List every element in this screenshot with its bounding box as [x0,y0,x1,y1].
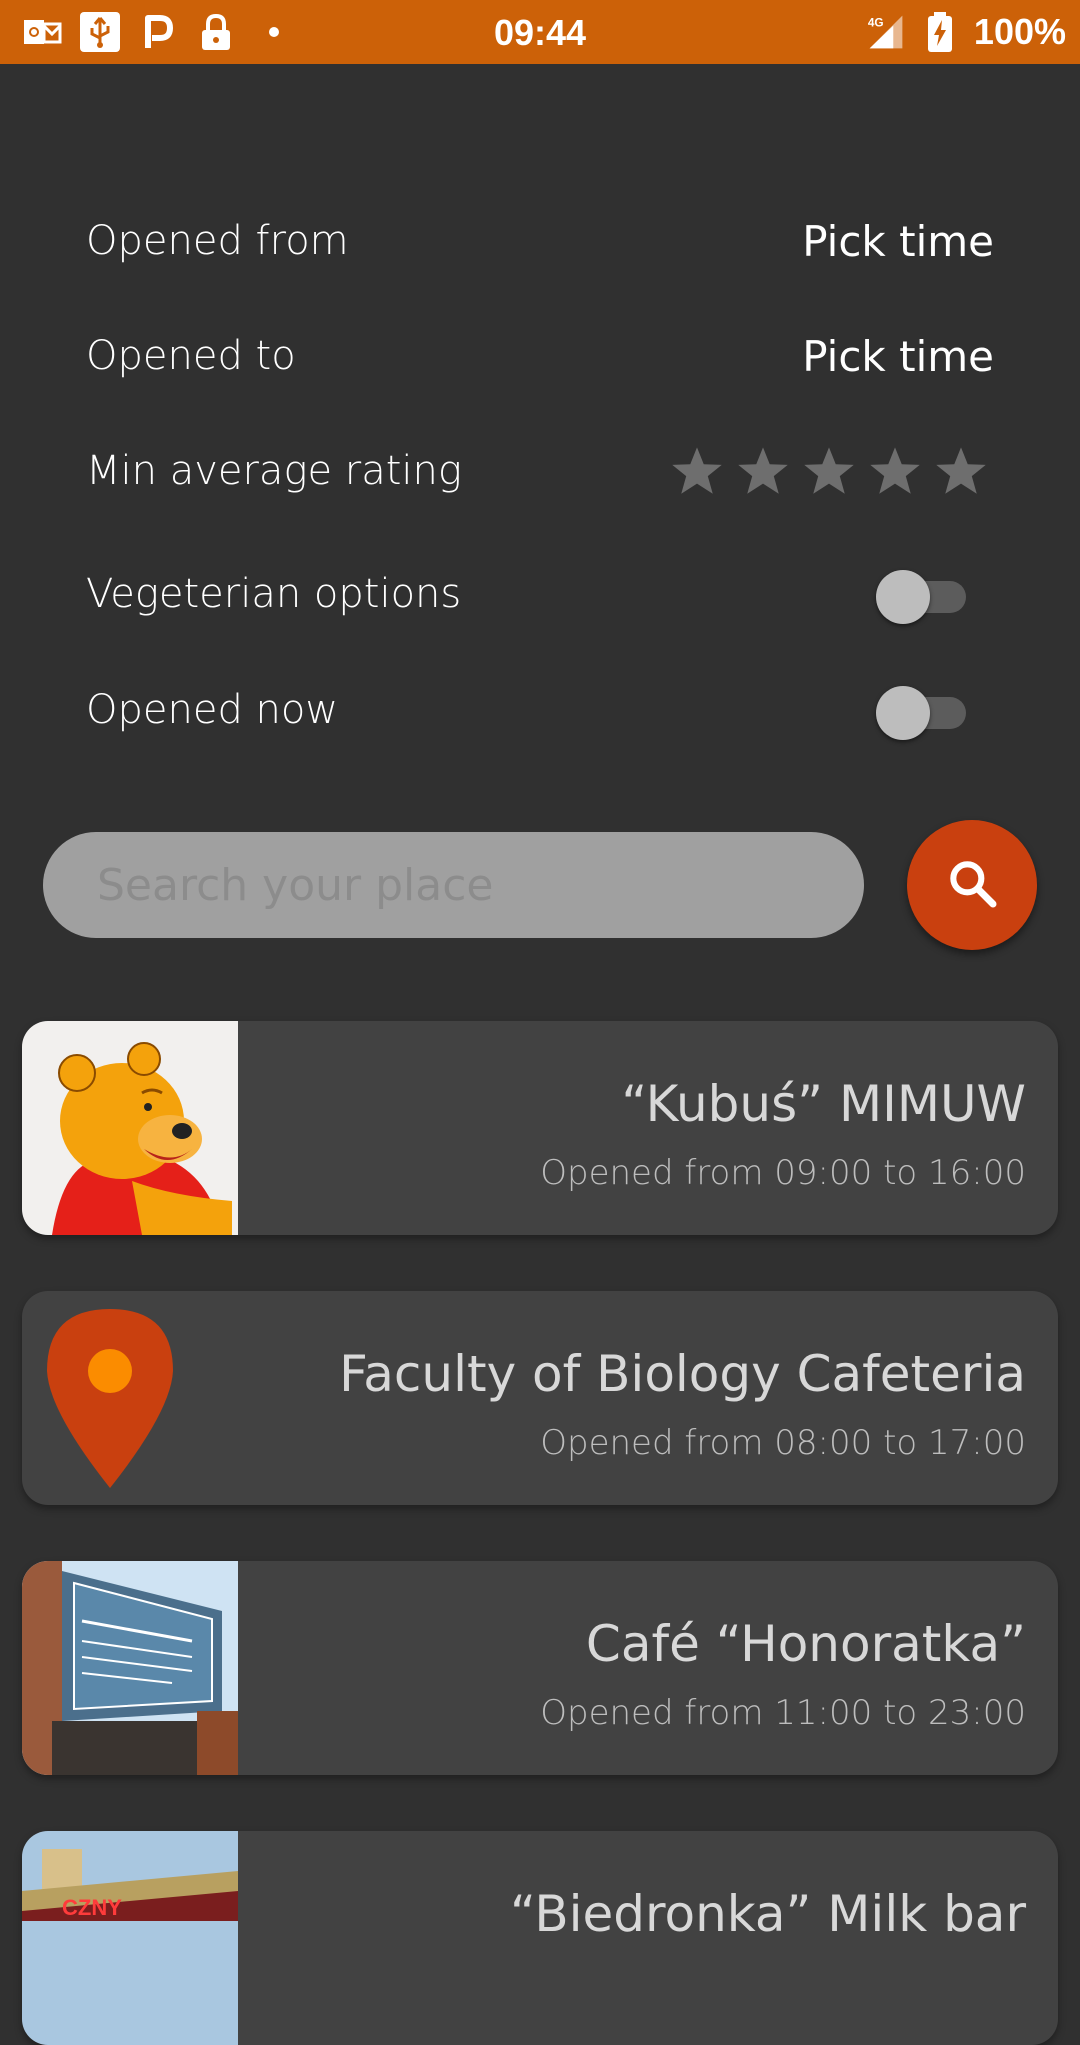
status-bar-right-icons: 4G 100% [866,10,1066,54]
opened-now-toggle[interactable] [876,680,972,740]
place-title: Café “Honoratka” [585,1615,1026,1673]
search-button[interactable] [907,820,1037,950]
place-card-text: “Kubuś” MIMUW Opened from 09:00 to 16:00 [540,1021,1026,1235]
search-icon [944,855,1000,916]
star-icon[interactable] [670,445,724,497]
star-icon[interactable] [868,445,922,497]
opened-from-label: Opened from [86,218,349,264]
opened-now-row: Opened now [86,665,994,755]
opened-from-pick-time-button[interactable]: Pick time [802,217,994,266]
place-card[interactable]: “Kubuś” MIMUW Opened from 09:00 to 16:00 [22,1021,1058,1235]
place-card-text: Café “Honoratka” Opened from 11:00 to 23… [540,1561,1026,1775]
status-bar: 09:44 4G 100% [0,0,1080,64]
place-card[interactable]: CZNY “Biedronka” Milk bar [22,1831,1058,2045]
place-hours: Opened from 11:00 to 23:00 [540,1693,1026,1733]
opened-to-row: Opened to Pick time [86,311,994,401]
place-hours: Opened from 09:00 to 16:00 [540,1153,1026,1193]
place-title: Faculty of Biology Cafeteria [339,1345,1026,1403]
opened-now-label: Opened now [86,687,339,733]
svg-text:4G: 4G [868,16,884,30]
place-card[interactable]: Faculty of Biology Cafeteria Opened from… [22,1291,1058,1505]
search-input[interactable] [43,832,864,938]
place-title: “Biedronka” Milk bar [509,1885,1026,1943]
signal-4g-icon: 4G [866,12,906,52]
cafe-sign-photo [22,1561,238,1775]
map-pin-icon [22,1291,238,1505]
vegetarian-row: Vegeterian options [86,549,994,639]
winnie-the-pooh-image [22,1021,238,1235]
min-rating-row: Min average rating [86,426,994,516]
opened-from-row: Opened from Pick time [86,196,994,286]
min-rating-label: Min average rating [86,448,462,494]
battery-charging-icon [920,12,960,52]
star-icon[interactable] [736,445,790,497]
star-icon[interactable] [934,445,988,497]
rating-bar[interactable] [670,445,988,497]
place-card-text: Faculty of Biology Cafeteria Opened from… [339,1291,1026,1505]
milk-bar-photo: CZNY [22,1831,238,2045]
place-card[interactable]: Café “Honoratka” Opened from 11:00 to 23… [22,1561,1058,1775]
place-title: “Kubuś” MIMUW [621,1075,1026,1133]
battery-percentage: 100% [973,11,1066,52]
svg-text:CZNY: CZNY [62,1895,122,1920]
vegetarian-label: Vegeterian options [86,571,462,617]
opened-to-label: Opened to [86,333,296,379]
vegetarian-toggle[interactable] [876,564,972,624]
star-icon[interactable] [802,445,856,497]
place-card-text: “Biedronka” Milk bar [510,1831,1026,2045]
opened-to-pick-time-button[interactable]: Pick time [802,332,994,381]
place-hours: Opened from 08:00 to 17:00 [540,1423,1026,1463]
